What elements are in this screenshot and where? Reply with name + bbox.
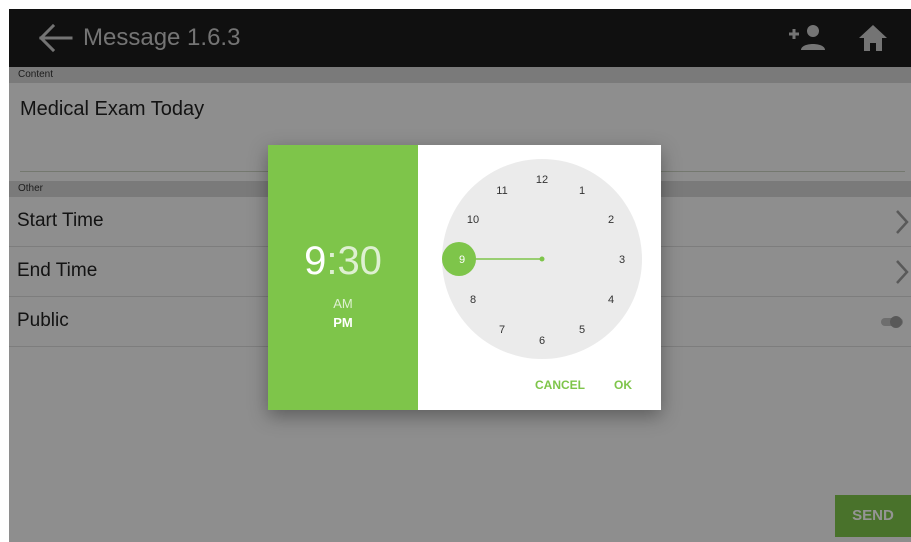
time-picker-header: 9:30 AM PM	[268, 145, 418, 410]
cancel-button[interactable]: CANCEL	[535, 378, 585, 392]
clock-number-6[interactable]: 6	[539, 335, 545, 347]
time-display: 9:30	[268, 239, 418, 283]
clock-number-3[interactable]: 3	[619, 254, 625, 266]
time-picker-dialog: 9:30 AM PM 12 1 2 3 4 5 6 7 8 9 10 11 CA…	[268, 145, 661, 410]
app-frame: Message 1.6.3 Content Medical Exam Today…	[9, 9, 911, 542]
clock-center-dot	[539, 256, 545, 262]
clock-number-10[interactable]: 10	[467, 214, 479, 226]
clock-number-9[interactable]: 9	[459, 254, 465, 266]
clock-number-11[interactable]: 11	[496, 185, 507, 197]
pm-option[interactable]: PM	[268, 315, 418, 330]
clock-face[interactable]: 12 1 2 3 4 5 6 7 8 9 10 11	[442, 159, 642, 359]
clock-number-4[interactable]: 4	[608, 294, 614, 306]
am-option[interactable]: AM	[268, 296, 418, 311]
hour-display[interactable]: 9	[304, 239, 326, 283]
clock-number-7[interactable]: 7	[499, 324, 505, 336]
clock-number-12[interactable]: 12	[536, 174, 548, 186]
clock-number-2[interactable]: 2	[608, 214, 614, 226]
minute-display[interactable]: 30	[337, 239, 382, 283]
time-separator: :	[326, 239, 338, 283]
clock-number-8[interactable]: 8	[470, 294, 476, 306]
clock-number-1[interactable]: 1	[579, 185, 585, 197]
ok-button[interactable]: OK	[614, 378, 632, 392]
clock-number-5[interactable]: 5	[579, 324, 585, 336]
